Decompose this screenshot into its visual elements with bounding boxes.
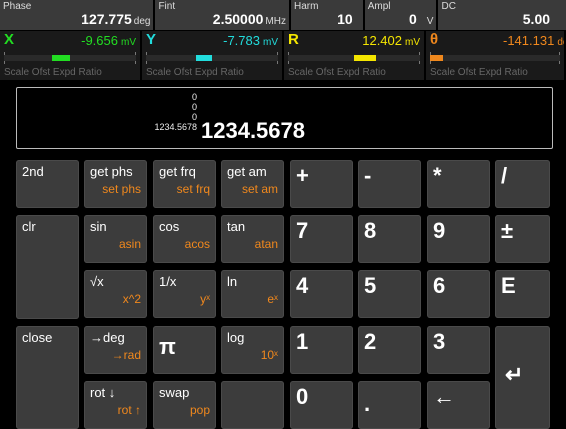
natural-log-button[interactable]: ln eˣ	[221, 270, 284, 318]
pi-button[interactable]: π	[153, 326, 216, 374]
harm-field[interactable]: Harm 10	[290, 0, 363, 30]
phase-field[interactable]: Phase 127.775 deg	[0, 0, 154, 30]
channel-theta-meter-fill	[430, 55, 443, 61]
multiply-button[interactable]: *	[427, 160, 490, 208]
enter-icon: ↵	[505, 362, 524, 387]
get-amplitude-button[interactable]: get am set am	[221, 160, 284, 208]
backspace-button[interactable]: ←	[427, 381, 490, 429]
stack-display: 0 0 0 1234.5678	[127, 92, 197, 132]
cosine-button[interactable]: cos acos	[153, 215, 216, 263]
blank-button[interactable]	[221, 381, 284, 429]
channel-strips: X -9.656 mV Scale Ofst Expd Ratio Y -7.78…	[0, 31, 566, 80]
digit-1-button[interactable]: 1	[290, 326, 353, 374]
channel-r-value: 12.402 mV	[362, 33, 420, 48]
digit-4-button[interactable]: 4	[290, 270, 353, 318]
square-root-button[interactable]: √x x^2	[84, 270, 147, 318]
log-button[interactable]: log 10ˣ	[221, 326, 284, 374]
to-degrees-button[interactable]: →deg →rad	[84, 326, 147, 374]
channel-r-meter-fill	[354, 55, 377, 61]
enter-button[interactable]: ↵	[495, 326, 550, 429]
close-button[interactable]: close	[16, 326, 79, 429]
result-value: 1234.5678	[201, 118, 305, 143]
channel-y-value: -7.783 mV	[223, 33, 278, 48]
channel-x-meter-fill	[51, 55, 70, 61]
fint-field[interactable]: Fint 2.50000 MHz	[155, 0, 289, 30]
ampl-field[interactable]: Ampl 0V	[364, 0, 437, 30]
ampl-label: Ampl	[367, 1, 391, 12]
digit-7-button[interactable]: 7	[290, 215, 353, 263]
channel-theta[interactable]: θ -141.131deg Scale Ofst Expd Ratio	[426, 31, 564, 80]
phase-value: 127.775 deg	[81, 11, 151, 27]
digit-8-button[interactable]: 8	[358, 215, 421, 263]
get-phase-button[interactable]: get phs set phs	[84, 160, 147, 208]
channel-y-scale-label: Scale Ofst Expd Ratio	[146, 67, 244, 78]
channel-theta-meter	[430, 55, 560, 61]
clear-button[interactable]: clr	[16, 215, 79, 319]
sine-button[interactable]: sin asin	[84, 215, 147, 263]
digit-2-button[interactable]: 2	[358, 326, 421, 374]
stack-line: 0	[191, 112, 197, 122]
stack-line: 0	[191, 102, 197, 112]
channel-theta-name: θ	[430, 31, 439, 48]
digit-3-button[interactable]: 3	[427, 326, 490, 374]
fint-label: Fint	[158, 1, 176, 12]
channel-r-meter	[288, 55, 420, 61]
digit-5-button[interactable]: 5	[358, 270, 421, 318]
channel-theta-scale-label: Scale Ofst Expd Ratio	[430, 67, 528, 78]
channel-x[interactable]: X -9.656 mV Scale Ofst Expd Ratio	[0, 31, 140, 80]
channel-x-value: -9.656 mV	[81, 33, 136, 48]
divide-button[interactable]: /	[495, 160, 550, 208]
harm-value: 10	[337, 11, 353, 27]
decimal-point-button[interactable]: .	[358, 381, 421, 429]
second-function-button[interactable]: 2nd	[16, 160, 79, 208]
channel-x-meter	[4, 55, 136, 61]
backspace-icon: ←	[433, 384, 455, 409]
calculator-display: 0 0 0 1234.5678 1234.5678	[16, 87, 553, 149]
channel-r-name: R	[288, 31, 299, 48]
digit-6-button[interactable]: 6	[427, 270, 490, 318]
exponent-button[interactable]: E	[495, 270, 550, 318]
phase-label: Phase	[3, 1, 32, 12]
digit-0-button[interactable]: 0	[290, 381, 353, 429]
rotate-button[interactable]: rot ↓ rot ↑	[84, 381, 147, 429]
stack-line: 1234.5678	[154, 122, 197, 132]
swap-button[interactable]: swap pop	[153, 381, 216, 429]
fint-value: 2.50000 MHz	[212, 11, 286, 27]
minus-button[interactable]: -	[358, 160, 421, 208]
channel-y-meter	[146, 55, 278, 61]
channel-x-scale-label: Scale Ofst Expd Ratio	[4, 67, 102, 78]
plus-button[interactable]: +	[290, 160, 353, 208]
reciprocal-button[interactable]: 1/x yˣ	[153, 270, 216, 318]
channel-x-name: X	[4, 31, 15, 48]
digit-9-button[interactable]: 9	[427, 215, 490, 263]
ampl-value: 0V	[409, 11, 434, 27]
dc-field[interactable]: DC 5.00	[438, 0, 566, 30]
harm-label: Harm	[293, 1, 319, 12]
get-frequency-button[interactable]: get frq set frq	[153, 160, 216, 208]
channel-y[interactable]: Y -7.783 mV Scale Ofst Expd Ratio	[142, 31, 282, 80]
plus-minus-button[interactable]: ±	[495, 215, 550, 263]
stack-line: 0	[191, 92, 197, 102]
tangent-button[interactable]: tan atan	[221, 215, 284, 263]
channel-y-name: Y	[146, 31, 157, 48]
channel-r[interactable]: R 12.402 mV Scale Ofst Expd Ratio	[284, 31, 424, 80]
dc-value: 5.00	[522, 11, 551, 27]
top-status-bar: Phase 127.775 deg Fint 2.50000 MHz Harm 10…	[0, 0, 566, 30]
channel-theta-value: -141.131deg	[502, 33, 564, 48]
channel-y-meter-fill	[196, 55, 212, 61]
channel-r-scale-label: Scale Ofst Expd Ratio	[288, 67, 386, 78]
dc-label: DC	[441, 1, 456, 12]
